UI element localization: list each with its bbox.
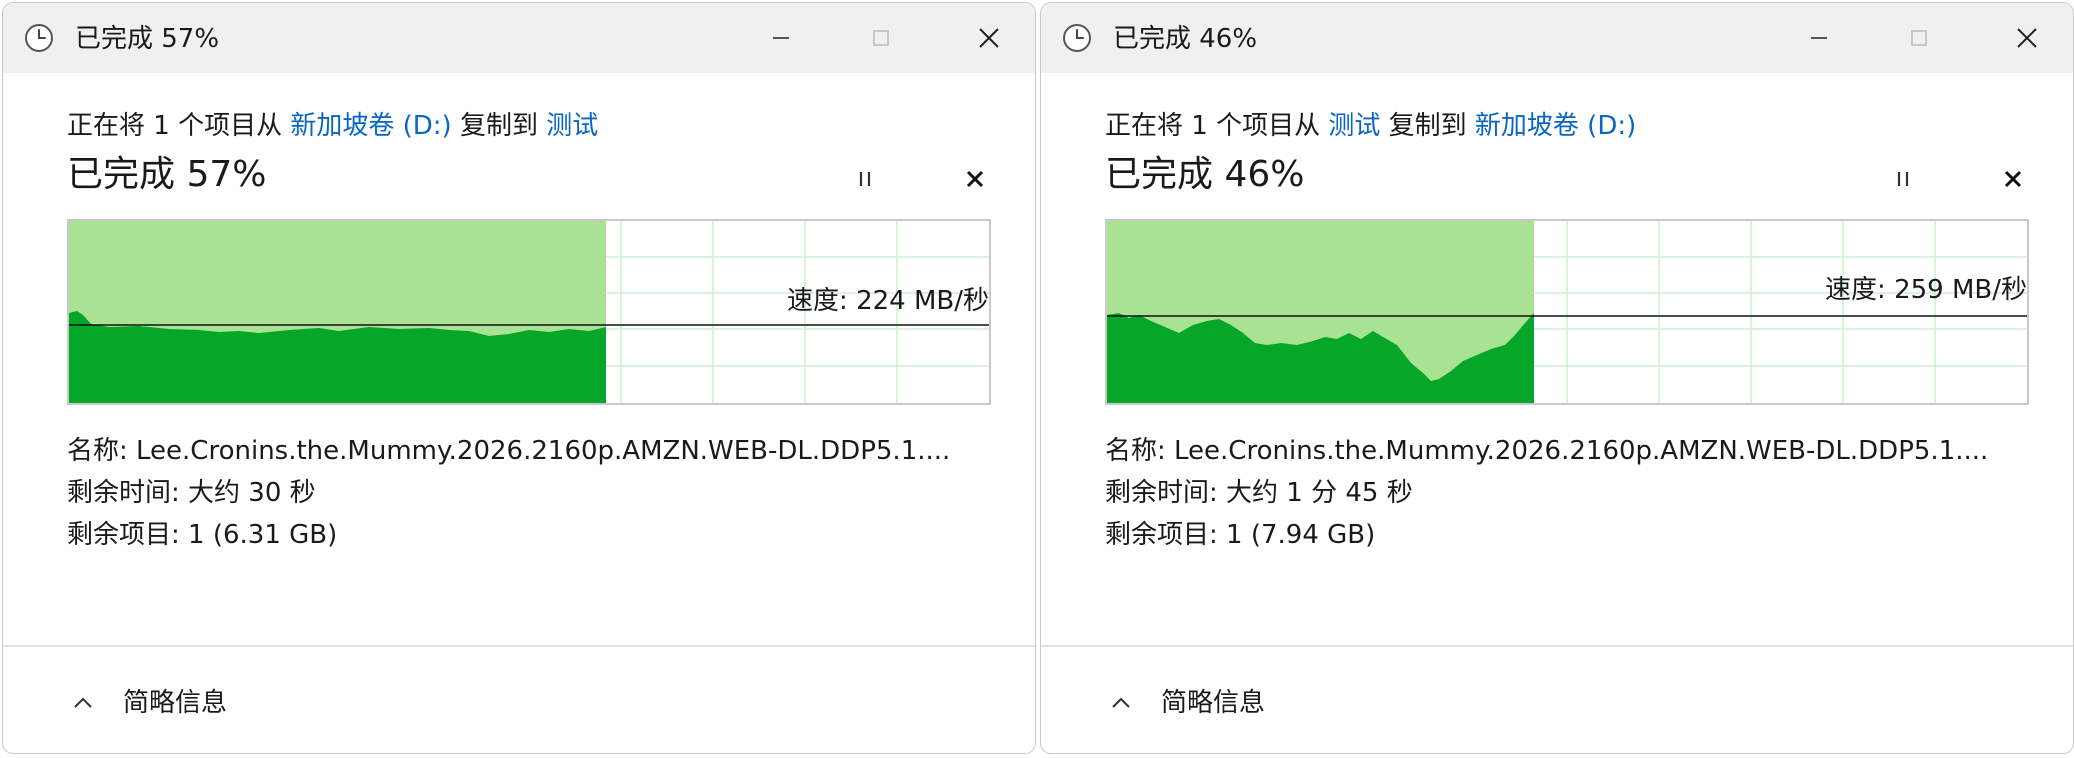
time-remaining: 剩余时间: 大约 30 秒 [67,478,316,508]
items-remaining: 剩余项目: 1 (7.94 GB) [1105,520,1376,550]
minimize-icon [773,37,789,39]
chevron-up-icon [1112,697,1130,708]
cancel-icon [966,170,984,188]
minimize-icon [1811,37,1827,39]
desc-prefix: 正在将 1 个项目从 [67,111,283,141]
file-name: 名称: Lee.Cronins.the.Mummy.2026.2160p.AMZ… [67,436,951,466]
chevron-up-icon [74,697,92,708]
cancel-button[interactable] [955,159,995,199]
progress-heading: 已完成 57% [67,154,267,195]
destination-link[interactable]: 新加坡卷 (D:) [1475,111,1636,141]
time-remaining: 剩余时间: 大约 1 分 45 秒 [1105,478,1413,508]
maximize-button[interactable] [1901,20,1937,56]
minimize-button[interactable] [763,20,799,56]
maximize-icon [873,30,889,46]
maximize-icon [1911,30,1927,46]
source-link[interactable]: 新加坡卷 (D:) [290,111,451,141]
pause-icon [859,172,871,186]
maximize-button[interactable] [863,20,899,56]
close-button[interactable] [2009,20,2045,56]
window-title: 已完成 46% [1113,24,1258,54]
clock-icon [25,24,53,52]
pause-icon [1897,172,1909,186]
close-icon [2017,28,2037,48]
speed-readout: 速度: 224 MB/秒 [787,286,989,316]
copy-dialog-window-2: 已完成 46% 正在将 1 个项目从 测试 复制到 新加坡卷 (D:) 已完成 … [1040,2,2074,754]
pause-button[interactable] [845,159,885,199]
speed-graph [1105,219,2029,405]
close-icon [979,28,999,48]
speed-graph-canvas [1107,221,2027,403]
speed-readout: 速度: 259 MB/秒 [1825,275,2027,305]
title-bar[interactable]: 已完成 46% [1041,3,2073,73]
footer-divider [1041,645,2073,647]
desc-prefix: 正在将 1 个项目从 [1105,111,1321,141]
destination-link[interactable]: 测试 [546,111,598,141]
copy-dialog-window-1: 已完成 57% 正在将 1 个项目从 新加坡卷 (D:) 复制到 测试 已完成 … [2,2,1036,754]
progress-heading: 已完成 46% [1105,154,1305,195]
desc-middle: 复制到 [1388,111,1467,141]
copy-description: 正在将 1 个项目从 测试 复制到 新加坡卷 (D:) [1105,109,1636,143]
items-remaining: 剩余项目: 1 (6.31 GB) [67,520,338,550]
title-bar[interactable]: 已完成 57% [3,3,1035,73]
desc-middle: 复制到 [459,111,538,141]
source-link[interactable]: 测试 [1328,111,1380,141]
footer-divider [3,645,1035,647]
less-details-label: 简略信息 [1161,688,1266,718]
close-button[interactable] [971,20,1007,56]
minimize-button[interactable] [1801,20,1837,56]
copy-description: 正在将 1 个项目从 新加坡卷 (D:) 复制到 测试 [67,109,598,143]
screen: 已完成 57% 正在将 1 个项目从 新加坡卷 (D:) 复制到 测试 已完成 … [0,0,2074,758]
clock-icon [1063,24,1091,52]
cancel-button[interactable] [1993,159,2033,199]
cancel-icon [2004,170,2022,188]
less-details-label: 简略信息 [123,688,228,718]
file-name: 名称: Lee.Cronins.the.Mummy.2026.2160p.AMZ… [1105,436,1989,466]
window-title: 已完成 57% [75,24,220,54]
pause-button[interactable] [1883,159,1923,199]
